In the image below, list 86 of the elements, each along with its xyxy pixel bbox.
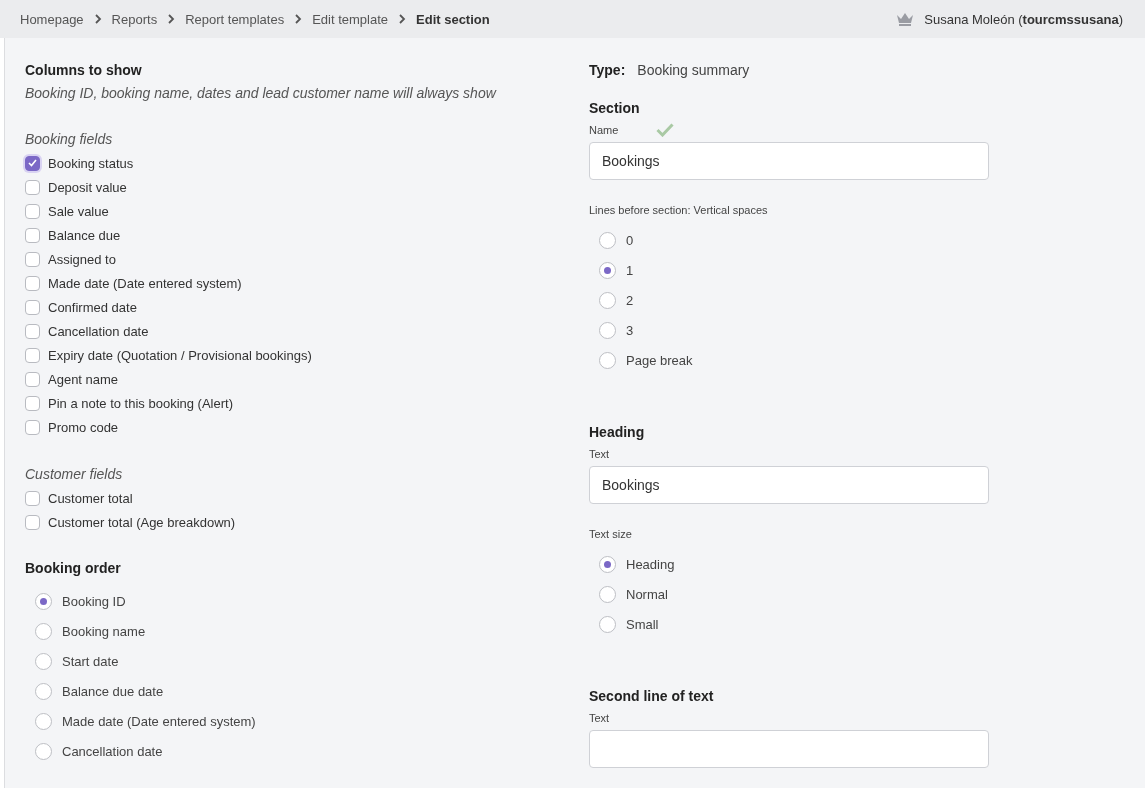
- crown-icon: [896, 12, 915, 26]
- radio-label: Normal: [626, 586, 668, 602]
- radio-button[interactable]: [35, 682, 52, 700]
- section-heading: Second line of text: [589, 687, 715, 706]
- breadcrumb-link[interactable]: Edit template: [312, 11, 388, 27]
- breadcrumb-link[interactable]: Report templates: [185, 11, 285, 27]
- section-heading: Heading: [589, 423, 646, 442]
- field-label: Lines before section: Vertical spaces: [589, 203, 769, 217]
- section-heading: Booking order: [25, 559, 122, 578]
- tick-icon: [28, 159, 37, 167]
- radio-button[interactable]: [599, 321, 616, 339]
- radio-button[interactable]: [35, 592, 52, 610]
- second-line-input[interactable]: [589, 730, 989, 768]
- radio-button[interactable]: [35, 742, 52, 760]
- checkbox[interactable]: [25, 490, 40, 506]
- radio-label: Small: [626, 616, 659, 632]
- checkbox-label: Balance due: [48, 227, 121, 243]
- checkbox[interactable]: [25, 179, 40, 195]
- checkbox-label: Deposit value: [48, 179, 127, 195]
- checkbox-label: Made date (Date entered system): [48, 275, 242, 291]
- checkbox-label: Agent name: [48, 371, 119, 387]
- radio-label: Made date (Date entered system): [62, 713, 256, 729]
- field-label: Text: [589, 711, 611, 725]
- breadcrumb-link[interactable]: Edit section: [416, 11, 490, 27]
- field-label: Text size: [589, 527, 633, 541]
- radio-button[interactable]: [599, 291, 616, 309]
- checkbox[interactable]: [25, 395, 40, 411]
- radio-button[interactable]: [599, 615, 616, 633]
- radio-label: 0: [626, 232, 634, 248]
- group-title: Customer fields: [25, 465, 124, 483]
- radio-button[interactable]: [599, 351, 616, 369]
- chevron-icon: [398, 14, 406, 24]
- radio-button[interactable]: [599, 555, 616, 573]
- checkbox-label: Expiry date (Quotation / Provisional bookings): [48, 347, 312, 363]
- checkbox[interactable]: [25, 323, 40, 339]
- radio-label: 1: [626, 262, 634, 278]
- checkbox[interactable]: [25, 203, 40, 219]
- note-text: Booking ID, booking name, dates and lead customer name will always show: [25, 84, 498, 103]
- checkbox-label: Promo code: [48, 419, 119, 435]
- user-name: Susana Moleón (tourcmssusana): [924, 11, 1123, 27]
- checkbox[interactable]: [25, 347, 40, 363]
- checkbox-label: Sale value: [48, 203, 109, 219]
- radio-button[interactable]: [35, 652, 52, 670]
- checkbox-label: Confirmed date: [48, 299, 137, 315]
- checkbox[interactable]: [25, 514, 40, 530]
- field-label: Text: [589, 447, 611, 461]
- checkbox[interactable]: [25, 371, 40, 387]
- radio-label: Booking name: [62, 623, 146, 639]
- heading-text-input[interactable]: Bookings: [589, 466, 989, 504]
- radio-label: Page break: [626, 352, 693, 368]
- radio-label: Heading: [626, 556, 675, 572]
- checkbox-label: Booking status: [48, 155, 134, 171]
- checkbox[interactable]: [25, 419, 40, 435]
- radio-label: Balance due date: [62, 683, 164, 699]
- chevron-icon: [167, 14, 176, 24]
- checkbox-label: Customer total: [48, 490, 133, 506]
- checkbox-label: Pin a note to this booking (Alert): [48, 395, 233, 411]
- checkbox[interactable]: [25, 155, 40, 171]
- radio-button[interactable]: [599, 261, 616, 279]
- name-input[interactable]: Bookings: [589, 142, 989, 180]
- checkbox-label: Assigned to: [48, 251, 116, 267]
- checkbox[interactable]: [25, 275, 40, 291]
- radio-label: Cancellation date: [62, 743, 163, 759]
- chevron-icon: [294, 14, 303, 24]
- radio-label: Booking ID: [62, 593, 126, 609]
- checkbox[interactable]: [25, 227, 40, 243]
- type-value: Booking summary: [637, 62, 750, 78]
- section-heading: Columns to show: [25, 61, 143, 80]
- field-label: Name: [589, 123, 619, 137]
- radio-button[interactable]: [599, 231, 616, 249]
- checkbox[interactable]: [25, 299, 40, 315]
- chevron-icon: [93, 14, 102, 24]
- checkbox[interactable]: [25, 251, 40, 267]
- checkbox-label: Customer total (Age breakdown): [48, 514, 236, 530]
- checkbox-label: Cancellation date: [48, 323, 149, 339]
- radio-label: 3: [626, 322, 634, 338]
- breadcrumb-link[interactable]: Homepage: [20, 11, 84, 27]
- group-title: Booking fields: [25, 130, 114, 148]
- radio-button[interactable]: [599, 585, 616, 603]
- radio-button[interactable]: [35, 712, 52, 730]
- type-label: Type:: [589, 61, 626, 80]
- radio-label: 2: [626, 292, 634, 308]
- breadcrumb-link[interactable]: Reports: [111, 11, 158, 27]
- radio-label: Start date: [62, 653, 119, 669]
- radio-button[interactable]: [35, 622, 52, 640]
- section-heading: Section: [589, 99, 641, 118]
